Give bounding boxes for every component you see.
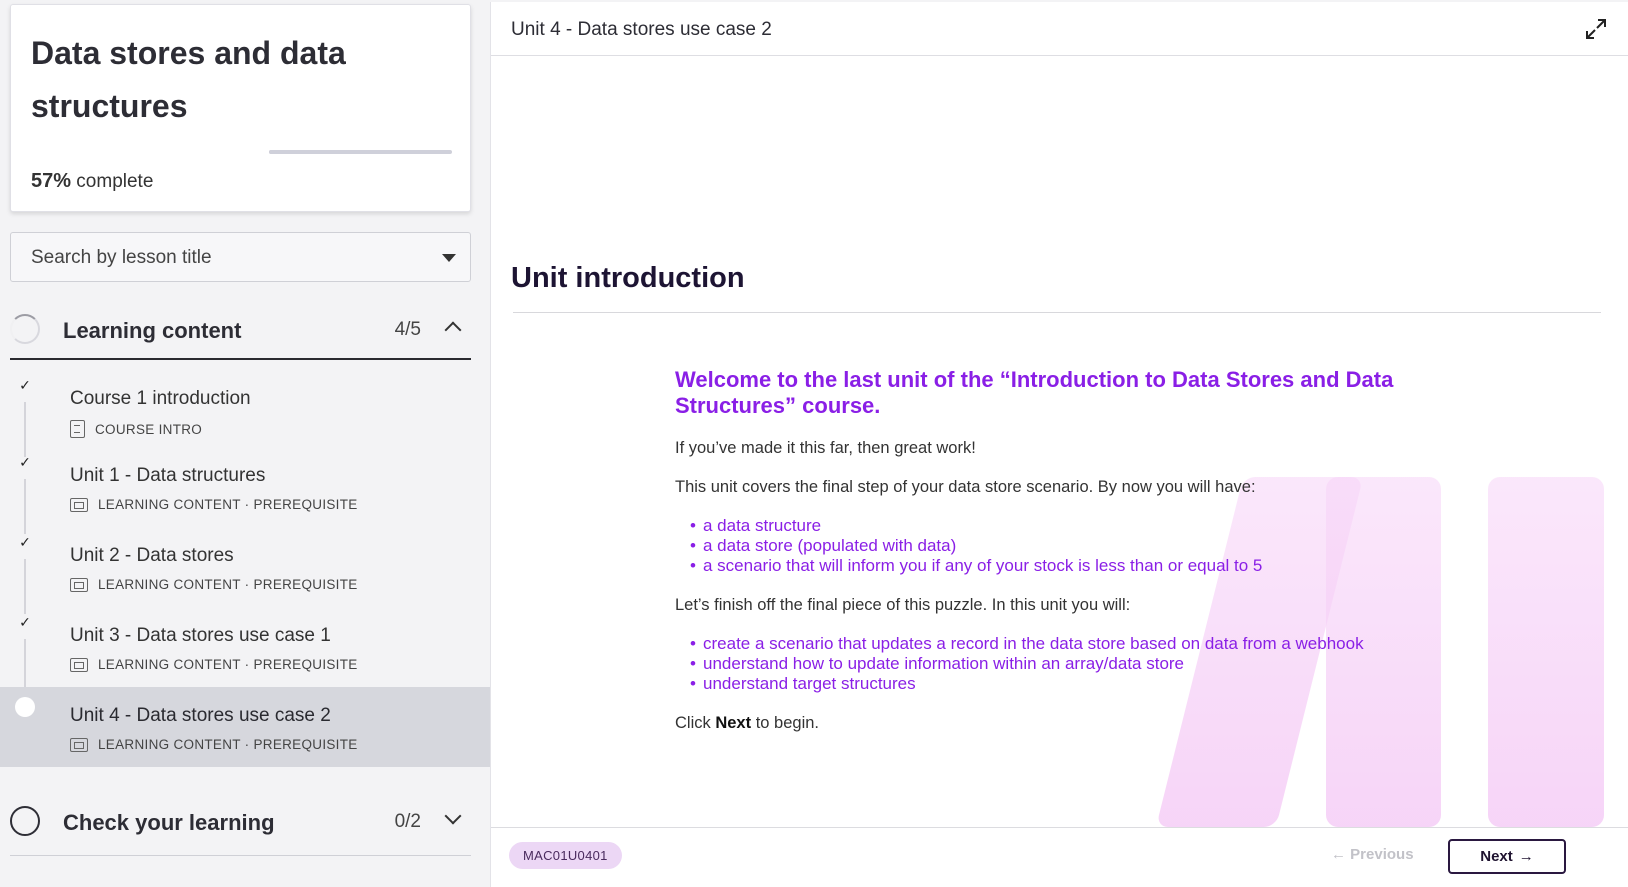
lesson-title: Unit 3 - Data stores use case 1: [70, 625, 331, 646]
lesson-title: Unit 1 - Data structures: [70, 465, 266, 486]
intro-paragraph-4: Click Next to begin.: [675, 713, 1455, 733]
course-progress-fill: [269, 150, 374, 154]
section-progress-ring-icon: [10, 314, 40, 344]
course-title: Data stores and data structures: [31, 35, 346, 124]
section-progress-ring-icon: [10, 806, 40, 836]
lesson-content: Unit introduction Welcome to the last un…: [491, 57, 1628, 827]
arrow-left-icon: ←: [1331, 846, 1346, 863]
unit-heading: Unit introduction: [511, 262, 745, 294]
caret-down-icon: [442, 254, 456, 262]
lesson-meta-text: LEARNING CONTENT · PREREQUISITE: [98, 577, 358, 592]
lesson-unit-1[interactable]: ✓ Unit 1 - Data structures LEARNING CONT…: [0, 447, 490, 534]
lesson-viewer: Unit 4 - Data stores use case 2 Unit int…: [490, 2, 1628, 887]
lesson-topbar-title: Unit 4 - Data stores use case 2: [511, 19, 772, 40]
lesson-footer: MAC01U0401 ← Previous Next →: [491, 827, 1628, 887]
checkmark-icon: ✓: [19, 534, 31, 550]
previous-label: Previous: [1350, 846, 1414, 863]
click-suffix: to begin.: [751, 714, 819, 732]
checkmark-icon: ✓: [19, 454, 31, 470]
welcome-text: Welcome to the last unit of the “Introdu…: [675, 367, 1394, 418]
lesson-meta: LEARNING CONTENT · PREREQUISITE: [70, 577, 358, 592]
section-title: Check your learning: [63, 810, 275, 835]
list-item: understand how to update information wit…: [690, 654, 1455, 674]
chevron-up-icon[interactable]: [444, 321, 462, 339]
intro-paragraph-1: If you’ve made it this far, then great w…: [675, 439, 976, 457]
lesson-meta-text: LEARNING CONTENT · PREREQUISITE: [98, 657, 358, 672]
list-item: a scenario that will inform you if any o…: [690, 556, 1455, 576]
lesson-meta: LEARNING CONTENT · PREREQUISITE: [70, 497, 358, 512]
section-count: 4/5: [394, 319, 421, 340]
course-sidebar: Data stores and data structures 57% comp…: [0, 0, 490, 887]
chevron-down-icon[interactable]: [444, 807, 462, 825]
lesson-connector: [24, 559, 26, 614]
next-label: Next: [1480, 848, 1513, 865]
document-icon: [70, 420, 85, 438]
lesson-topbar: Unit 4 - Data stores use case 2: [491, 2, 1628, 56]
slides-icon: [70, 497, 88, 512]
progress-label: 57% complete: [31, 170, 153, 193]
course-summary-card: Data stores and data structures 57% comp…: [10, 4, 471, 212]
lesson-unit-3[interactable]: ✓ Unit 3 - Data stores use case 1 LEARNI…: [0, 607, 490, 694]
intro-paragraph-3: Let’s finish off the final piece of this…: [675, 596, 1131, 614]
slides-icon: [70, 737, 88, 752]
lesson-course-1-introduction[interactable]: ✓ Course 1 introduction COURSE INTRO: [0, 370, 490, 457]
section-count: 0/2: [394, 811, 421, 832]
lesson-meta: COURSE INTRO: [70, 420, 202, 438]
next-emphasis: Next: [715, 714, 752, 732]
lesson-meta-text: COURSE INTRO: [95, 421, 203, 437]
prior-outcomes-list: a data structure a data store (populated…: [675, 516, 1455, 576]
lesson-title: Unit 2 - Data stores: [70, 545, 234, 566]
next-button[interactable]: Next →: [1448, 839, 1566, 874]
lesson-code-badge: MAC01U0401: [509, 842, 622, 869]
unit-goals-list: create a scenario that updates a record …: [675, 634, 1455, 694]
decorative-shape: [1488, 477, 1604, 827]
section-learning-content[interactable]: Learning content 4/5: [10, 300, 471, 360]
lesson-search-dropdown[interactable]: Search by lesson title: [10, 232, 471, 282]
slides-icon: [70, 657, 88, 672]
previous-button[interactable]: ← Previous: [1331, 846, 1414, 863]
lesson-meta: LEARNING CONTENT · PREREQUISITE: [70, 737, 358, 752]
lesson-search-placeholder: Search by lesson title: [31, 247, 212, 268]
list-item: create a scenario that updates a record …: [690, 634, 1455, 654]
slides-icon: [70, 577, 88, 592]
progress-percent: 57%: [31, 170, 72, 192]
lesson-unit-2[interactable]: ✓ Unit 2 - Data stores LEARNING CONTENT …: [0, 527, 490, 614]
arrow-right-icon: →: [1518, 848, 1534, 865]
lesson-meta-text: LEARNING CONTENT · PREREQUISITE: [98, 737, 358, 752]
intro-body: Welcome to the last unit of the “Introdu…: [675, 367, 1455, 733]
expand-fullscreen-icon[interactable]: [1585, 18, 1607, 40]
list-item: a data store (populated with data): [690, 536, 1455, 556]
current-lesson-dot-icon: [15, 697, 35, 717]
lesson-connector: [24, 479, 26, 534]
lesson-meta: LEARNING CONTENT · PREREQUISITE: [70, 657, 358, 672]
intro-paragraph-2: This unit covers the final step of your …: [675, 478, 1256, 496]
progress-suffix: complete: [71, 171, 154, 192]
lesson-title: Unit 4 - Data stores use case 2: [70, 705, 331, 726]
lesson-title: Course 1 introduction: [70, 388, 251, 409]
checkmark-icon: ✓: [19, 614, 31, 630]
lesson-connector: [24, 639, 26, 694]
section-title: Learning content: [63, 318, 242, 343]
checkmark-icon: ✓: [19, 377, 31, 393]
list-item: understand target structures: [690, 674, 1455, 694]
list-item: a data structure: [690, 516, 1455, 536]
heading-divider: [513, 312, 1601, 313]
lesson-list: ✓ Course 1 introduction COURSE INTRO ✓ U…: [0, 370, 490, 767]
course-progress-bar: [269, 150, 452, 154]
section-check-your-learning[interactable]: Check your learning 0/2: [10, 790, 471, 856]
lesson-meta-text: LEARNING CONTENT · PREREQUISITE: [98, 497, 358, 512]
click-prefix: Click: [675, 714, 716, 732]
lesson-unit-4-active[interactable]: Unit 4 - Data stores use case 2 LEARNING…: [0, 687, 490, 767]
